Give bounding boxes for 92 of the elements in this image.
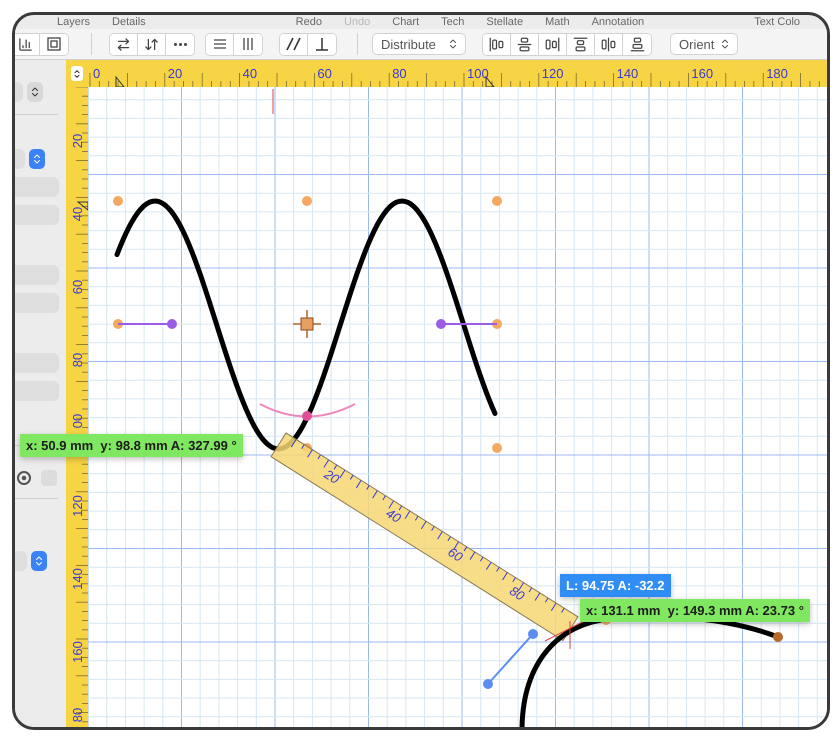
more-icon [174,42,186,46]
align-icon [489,36,504,52]
center-marker-icon[interactable] [292,309,322,339]
vertical-lines-icon [242,37,254,51]
partial-field[interactable] [15,149,25,169]
tape-label: 20 [322,466,342,487]
bar-chart-icon [18,36,33,52]
ruler-marker-icon[interactable] [116,76,126,87]
partial-field[interactable] [15,551,27,571]
menu-item[interactable]: Stellate [486,15,524,29]
align-icon [630,36,644,52]
chevrons-icon [72,68,82,78]
ruler-label: 80 [392,66,407,81]
handle-point[interactable] [113,319,123,329]
handle-line[interactable] [436,319,497,329]
measurement-tooltip: x: 131.1 mm y: 149.3 mm A: 23.73 ° [580,599,810,622]
perpendicular-icon [315,37,329,51]
handle-point[interactable] [113,196,123,206]
partial-field[interactable] [15,177,59,197]
square-icon [47,37,61,51]
ruler-label: 0 [93,66,100,81]
ruler-label: 40 [242,66,258,81]
arrows-icon [116,36,131,52]
partial-field[interactable] [15,82,23,102]
ruler-label: 140 [70,568,85,590]
distribute-select[interactable]: Distribute [372,33,466,55]
partial-field[interactable] [15,353,59,373]
menu-item[interactable]: Chart [392,15,420,29]
select-stepper[interactable] [31,551,47,571]
stepper[interactable] [27,82,43,102]
tape-label: 80 [507,583,528,604]
measurement-tooltip: L: 94.75 A: -32.2 [560,574,671,597]
chevrons-icon [719,38,731,50]
ruler-label: 20 [70,134,85,148]
orient-select[interactable]: Orient [670,33,738,55]
handle-point[interactable] [492,196,502,206]
handle-line[interactable] [118,319,177,329]
stepper[interactable] [71,66,83,81]
align-icon [517,36,532,52]
parallel-button[interactable] [280,34,308,54]
align-button[interactable] [483,34,511,54]
parallel-lines-icon [286,37,302,51]
menu-item[interactable]: Math [545,15,570,29]
menu-item[interactable]: Redo [296,15,322,29]
partial-field[interactable] [15,265,59,285]
marker-line [272,88,274,114]
partial-field[interactable] [15,205,59,225]
chevrons-icon [31,153,43,165]
ruler-label: 00 [70,414,85,428]
chevrons-icon [447,38,459,50]
chevrons-icon [33,555,45,567]
menu-item[interactable]: Text Colo [754,15,800,29]
horizontal-lines-icon [212,38,226,50]
menu-item[interactable]: Layers [57,15,90,29]
tape-label: 40 [383,505,404,526]
ruler-label: 120 [542,66,564,81]
handle-line[interactable] [483,629,538,689]
partial-field[interactable] [15,381,59,401]
ruler-label: 40 [70,206,85,222]
ruler-label: 180 [766,66,788,81]
menu-item[interactable]: Annotation [592,15,644,29]
ruler-label: 140 [616,66,638,81]
bar-chart-button[interactable] [15,34,40,54]
ruler-label: 80 [70,708,85,722]
align-icon [601,36,616,52]
ruler-label: 60 [70,280,85,294]
tape-label: 60 [445,544,466,565]
handle-point[interactable] [492,443,502,453]
menu-item[interactable]: Tech [441,15,464,29]
rows-button[interactable] [206,34,234,54]
align-icon [545,36,560,52]
handle-point[interactable] [302,196,312,206]
select-stepper[interactable] [29,149,45,169]
sort-icon [144,36,159,52]
ruler-label: 60 [317,66,332,81]
ruler-label: 120 [70,495,85,517]
handle-point[interactable] [492,319,502,329]
ruler-label: 20 [168,66,182,81]
align-icon [573,36,588,52]
end-point[interactable] [773,632,783,642]
ruler-label: 80 [70,352,85,368]
transfer-button[interactable] [110,34,138,54]
radio-button[interactable] [17,471,31,485]
chevrons-icon [29,86,41,98]
ruler-label: 100 [467,66,489,81]
menu-item[interactable]: Details [112,15,146,29]
measurement-tooltip: x: 50.9 mm y: 98.8 mm A: 327.99 ° [20,434,243,457]
partial-field[interactable] [15,293,59,313]
ruler-label: 160 [70,641,85,663]
control-point[interactable] [302,411,312,421]
ruler-label: 160 [691,66,714,81]
sine-curve[interactable] [114,198,498,452]
